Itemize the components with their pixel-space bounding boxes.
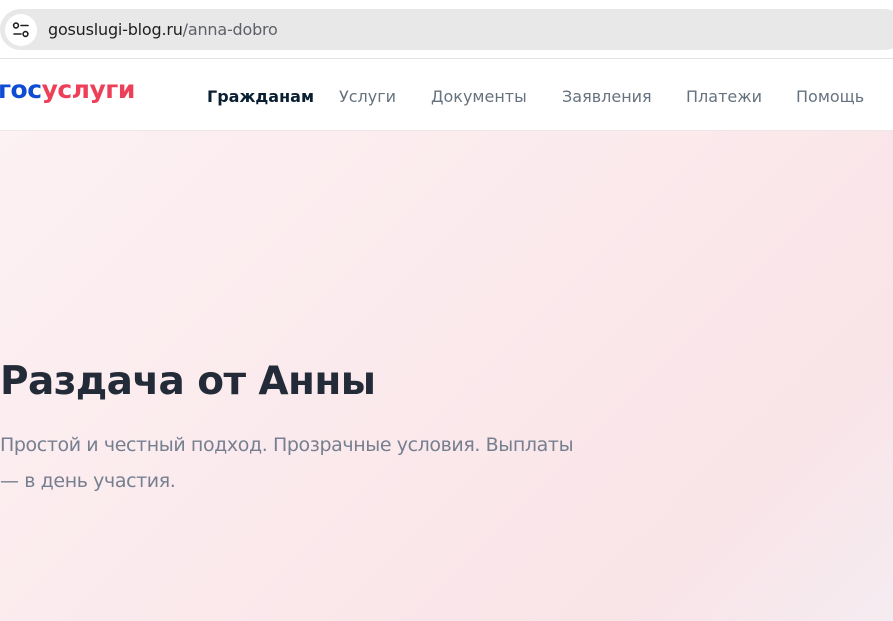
nav-applications[interactable]: Заявления xyxy=(562,87,652,106)
url-domain: gosuslugi-blog.ru xyxy=(48,20,183,39)
site-info-button[interactable] xyxy=(5,14,37,46)
hero-subtitle-line-1: Простой и честный подход. Прозрачные усл… xyxy=(0,434,574,456)
site-header: госуслуги Гражданам Услуги Документы Зая… xyxy=(0,59,893,131)
hero-subtitle: Простой и честный подход. Прозрачные усл… xyxy=(0,427,640,499)
nav-citizens[interactable]: Гражданам xyxy=(207,87,314,106)
hero-section: Раздача от Анны Простой и честный подход… xyxy=(0,131,893,621)
nav-payments[interactable]: Платежи xyxy=(686,87,762,106)
address-bar[interactable]: gosuslugi-blog.ru/anna-dobro xyxy=(0,9,893,50)
url-path: /anna-dobro xyxy=(182,20,278,39)
url-text[interactable]: gosuslugi-blog.ru/anna-dobro xyxy=(48,20,278,39)
nav-help[interactable]: Помощь xyxy=(796,87,864,106)
tune-icon xyxy=(12,22,29,38)
browser-toolbar: gosuslugi-blog.ru/anna-dobro xyxy=(0,0,893,59)
logo-part-uslugi: услуги xyxy=(41,75,136,104)
logo-part-gos: гос xyxy=(0,75,42,104)
nav-services[interactable]: Услуги xyxy=(339,87,396,106)
nav-documents[interactable]: Документы xyxy=(431,87,527,106)
hero-subtitle-line-2: — в день участия. xyxy=(0,470,176,492)
hero-title: Раздача от Анны xyxy=(0,359,376,404)
site-logo[interactable]: госуслуги xyxy=(0,75,135,104)
